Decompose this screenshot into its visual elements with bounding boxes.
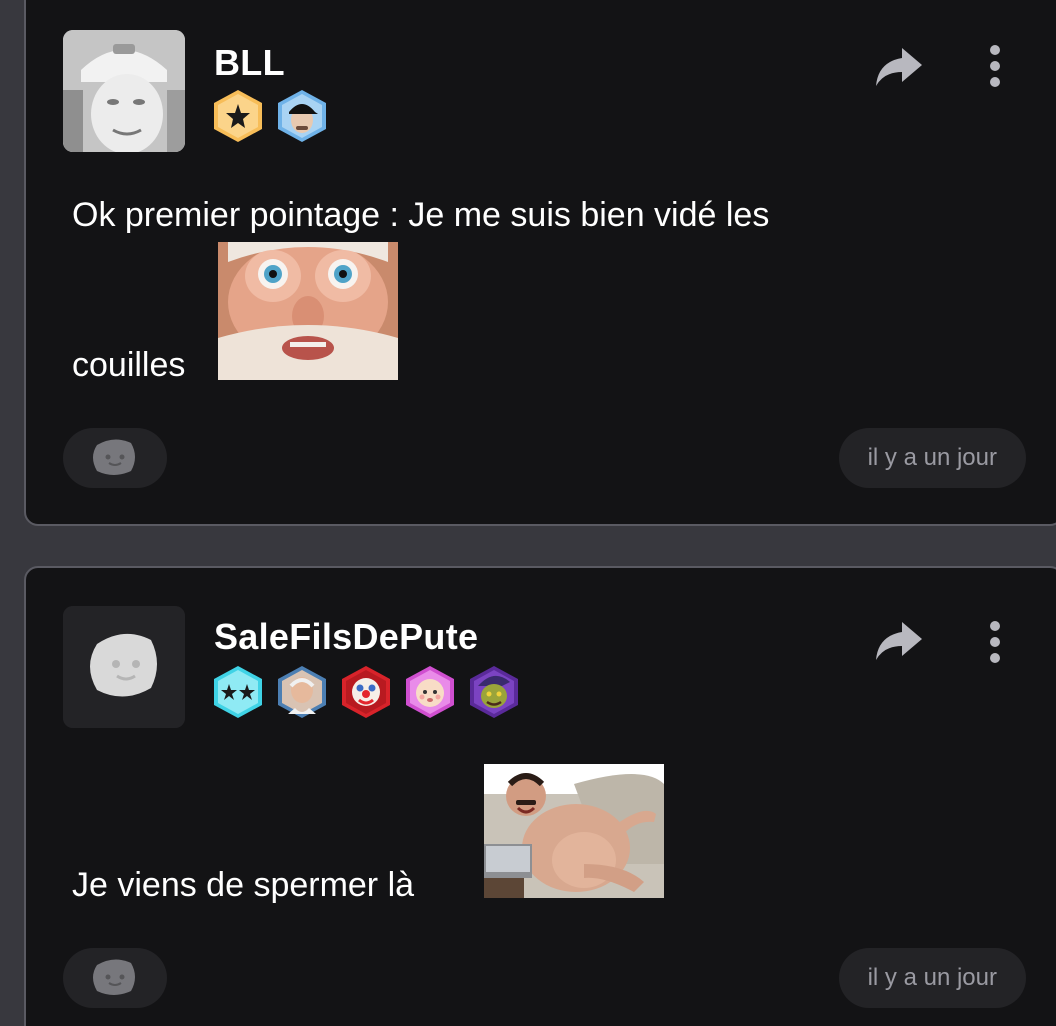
comment-text-line: Ok premier pointage : Je me suis bien vi… [72, 196, 770, 234]
goblin-badge-icon[interactable] [468, 664, 520, 720]
username[interactable]: BLL [214, 42, 285, 84]
timestamp[interactable]: il y a un jour [838, 428, 1026, 488]
share-icon[interactable] [874, 46, 924, 88]
two-stars-badge-icon[interactable] [212, 664, 264, 720]
more-options-icon[interactable] [980, 44, 1010, 88]
comment-text-line: couilles [72, 346, 186, 384]
user-badges [212, 88, 328, 144]
cap-guy-badge-icon[interactable] [276, 88, 328, 144]
star-badge-icon[interactable] [212, 88, 264, 144]
share-icon[interactable] [874, 620, 924, 662]
laughing-man-sticker[interactable] [484, 764, 664, 898]
more-options-icon[interactable] [980, 620, 1010, 664]
react-button[interactable] [63, 948, 167, 1008]
user-avatar[interactable] [63, 606, 185, 728]
react-button[interactable] [63, 428, 167, 488]
comment-card: SaleFilsDePute Je viens de spermer là il… [24, 566, 1056, 1026]
default-avatar-icon [63, 606, 185, 728]
avatar-photo [63, 30, 185, 152]
comment-card: BLL Ok premier pointage : Je me suis bie… [24, 0, 1056, 526]
user-badges [212, 664, 520, 720]
username[interactable]: SaleFilsDePute [214, 616, 478, 658]
harold-badge-icon[interactable] [276, 664, 328, 720]
clown-badge-icon[interactable] [340, 664, 392, 720]
timestamp[interactable]: il y a un jour [838, 948, 1026, 1008]
baby-face-badge-icon[interactable] [404, 664, 456, 720]
comment-feed: BLL Ok premier pointage : Je me suis bie… [0, 0, 1056, 1026]
smiley-icon [93, 959, 135, 995]
comment-text-line: Je viens de spermer là [72, 866, 415, 904]
user-avatar[interactable] [63, 30, 185, 152]
smiley-icon [93, 439, 135, 475]
wide-eyed-old-man-sticker[interactable] [218, 242, 398, 380]
